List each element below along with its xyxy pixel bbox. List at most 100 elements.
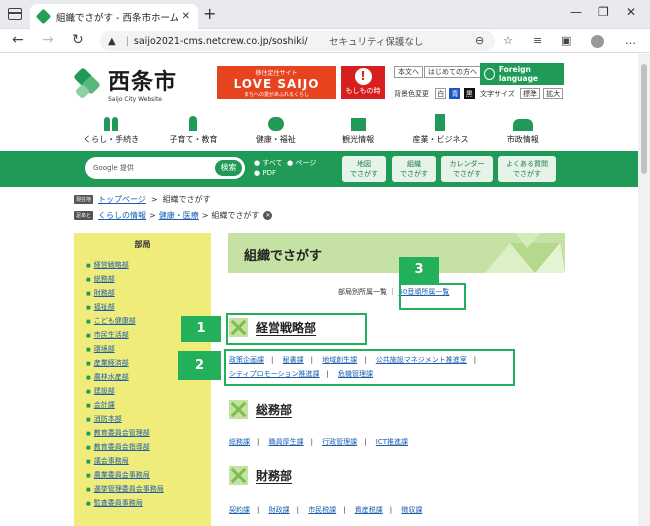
current-location-tag: 現在地 — [74, 195, 94, 204]
radio-page-label: ページ — [295, 159, 317, 167]
text-size-large-button[interactable]: 拡大 — [543, 88, 564, 99]
nav-item-health[interactable]: 健康・福祉 — [235, 111, 317, 151]
text-version-button[interactable]: 本文へ — [394, 66, 423, 78]
bg-white-button[interactable]: 白 — [435, 88, 447, 99]
clear-footprint-icon[interactable]: ✕ — [263, 211, 273, 220]
dept-link[interactable]: 市民税課 — [308, 506, 336, 514]
favorite-star-icon[interactable]: ☆ — [503, 34, 513, 47]
love-saijo-banner[interactable]: 移住定住サイト LOVE SAIJO まちへの愛があふれるくらし — [217, 66, 336, 99]
search-scope-radios: ● すべて ● ページ ● PDF — [254, 158, 316, 178]
footprint-link-health[interactable]: 健康・医療 — [159, 210, 199, 221]
warning-icon[interactable]: ▲ — [108, 36, 116, 47]
text-size-standard-button[interactable]: 標準 — [520, 88, 541, 99]
sidebar-title: 部局 — [134, 240, 151, 249]
bg-blue-button[interactable]: 青 — [449, 88, 461, 99]
radio-all-label: すべて — [262, 159, 283, 167]
reload-icon[interactable]: ↻ — [72, 32, 84, 48]
scrollbar-thumb[interactable] — [641, 64, 647, 174]
dept-link[interactable]: 職員厚生課 — [269, 438, 304, 446]
nav-item-business[interactable]: 産業・ビジネス — [399, 111, 481, 151]
box-line1: 地図 — [357, 160, 371, 168]
emergency-label: もしもの時 — [345, 87, 381, 95]
people-icon — [482, 113, 564, 131]
dept-link[interactable]: 総務課 — [229, 438, 250, 446]
sidebar-item[interactable]: 教育委員会指導部 — [86, 440, 211, 454]
box-line1: カレンダー — [449, 160, 485, 168]
dept-link[interactable]: 行政管理課 — [322, 438, 357, 446]
forward-arrow-icon[interactable]: → — [42, 32, 54, 48]
site-logo[interactable]: 西条市 Saijo City Website — [72, 64, 177, 103]
dept-link[interactable]: 契約課 — [229, 506, 250, 514]
banner-tagline: まちへの愛があふれるくらし — [243, 92, 309, 98]
dept-link[interactable]: ICT推進課 — [376, 438, 408, 446]
search-by-faq-button[interactable]: よくある質問 でさがす — [498, 156, 556, 182]
search-by-org-button[interactable]: 組織 でさがす — [392, 156, 436, 182]
dept-link[interactable]: 財政課 — [269, 506, 290, 514]
annotation-number-2: 2 — [178, 351, 221, 380]
url-text: saijo2021-cms.netcrew.co.jp/soshiki/ — [133, 35, 308, 47]
sidebar-item[interactable]: 財務部 — [86, 286, 211, 300]
banner-title: LOVE SAIJO — [233, 77, 320, 91]
saijo-logo-icon — [72, 66, 104, 100]
section-title-link[interactable]: 総務部 — [256, 401, 292, 418]
sidebar-item[interactable]: 経営戦略部 — [86, 258, 211, 272]
emergency-banner[interactable]: ! もしもの時 — [341, 66, 385, 99]
sidebar-item[interactable]: 教育委員会管理部 — [86, 426, 211, 440]
sidebar-item[interactable]: 消防本部 — [86, 412, 211, 426]
nav-item-childcare[interactable]: 子育て・教育 — [152, 111, 234, 151]
settings-menu-icon[interactable]: … — [625, 34, 636, 47]
sidebar-list: 経営戦略部総務部財務部福祉部こども健康部市民生活部環境部産業経済部農林水産部建設… — [74, 258, 211, 510]
nav-item-tourism[interactable]: 観光情報 — [317, 111, 399, 151]
building-icon — [399, 113, 481, 131]
annotation-box-2 — [224, 349, 515, 386]
nav-item-living[interactable]: くらし・手続き — [70, 111, 152, 151]
box-line1: よくある質問 — [506, 160, 548, 168]
search-placeholder: Google 提供 — [93, 164, 134, 172]
breadcrumb-top-link[interactable]: トップページ — [98, 194, 146, 205]
dept-link[interactable]: 徴収課 — [401, 506, 422, 514]
breadcrumb-current: 組織でさがす — [162, 195, 211, 204]
back-arrow-icon[interactable]: ← — [12, 32, 24, 48]
sidebar-item[interactable]: 福祉部 — [86, 300, 211, 314]
section-zaimu: 財務部 — [229, 466, 292, 485]
search-by-map-button[interactable]: 地図 でさがす — [342, 156, 386, 182]
site-search-input[interactable]: Google 提供 検索 — [85, 157, 245, 179]
tab-active[interactable]: 組織でさがす - 西条市ホームページ ✕ — [30, 4, 198, 29]
banner-subtitle: 移住定住サイト — [255, 70, 298, 77]
minimize-icon[interactable]: — — [570, 5, 582, 19]
favorites-list-icon[interactable]: ≡ — [533, 34, 542, 47]
search-button[interactable]: 検索 — [214, 159, 243, 177]
sidebar-item[interactable]: 農業委員会事務局 — [86, 468, 211, 482]
address-toolbar: ← → ↻ ▲ セキュリティ保護なし | saijo2021-cms.netcr… — [0, 29, 650, 53]
footprint-link-living[interactable]: くらしの情報 — [98, 210, 146, 221]
footprint-tag: 足あと — [74, 211, 94, 220]
foreign-language-button[interactable]: Foreign language — [480, 63, 564, 85]
bg-black-button[interactable]: 黒 — [463, 88, 475, 99]
footprint-current: 組織でさがす — [211, 211, 260, 220]
close-window-icon[interactable]: ✕ — [626, 5, 636, 19]
tab-close-icon[interactable]: ✕ — [182, 11, 190, 22]
url-bar[interactable]: ▲ セキュリティ保護なし | saijo2021-cms.netcrew.co.… — [100, 31, 495, 51]
box-line1: 組織 — [407, 160, 421, 168]
section-title-link[interactable]: 財務部 — [256, 467, 292, 484]
tab-actions-icon[interactable] — [8, 8, 22, 20]
nav-item-government[interactable]: 市政情報 — [482, 111, 564, 151]
page-scrollbar[interactable] — [638, 54, 650, 526]
sidebar-item[interactable]: 建設部 — [86, 384, 211, 398]
nav-label: 市政情報 — [506, 135, 539, 144]
sidebar-item[interactable]: 議会事務局 — [86, 454, 211, 468]
sidebar-item[interactable]: 監査委員事務局 — [86, 496, 211, 510]
sidebar-item[interactable]: 総務部 — [86, 272, 211, 286]
sidebar-item[interactable]: 会計課 — [86, 398, 211, 412]
maximize-icon[interactable]: ❐ — [598, 5, 609, 19]
box-line2: でさがす — [400, 170, 428, 178]
sidebar-item[interactable]: 選挙管理委員会事務局 — [86, 482, 211, 496]
zoom-icon[interactable]: ⊖ — [475, 34, 484, 47]
first-visit-button[interactable]: はじめての方へ — [424, 66, 481, 78]
profile-avatar[interactable] — [591, 35, 604, 48]
collections-icon[interactable]: ▣ — [561, 34, 571, 47]
map-icon — [317, 113, 399, 131]
new-tab-icon[interactable]: + — [203, 4, 216, 23]
search-by-calendar-button[interactable]: カレンダー でさがす — [441, 156, 493, 182]
dept-link[interactable]: 資産税課 — [355, 506, 383, 514]
